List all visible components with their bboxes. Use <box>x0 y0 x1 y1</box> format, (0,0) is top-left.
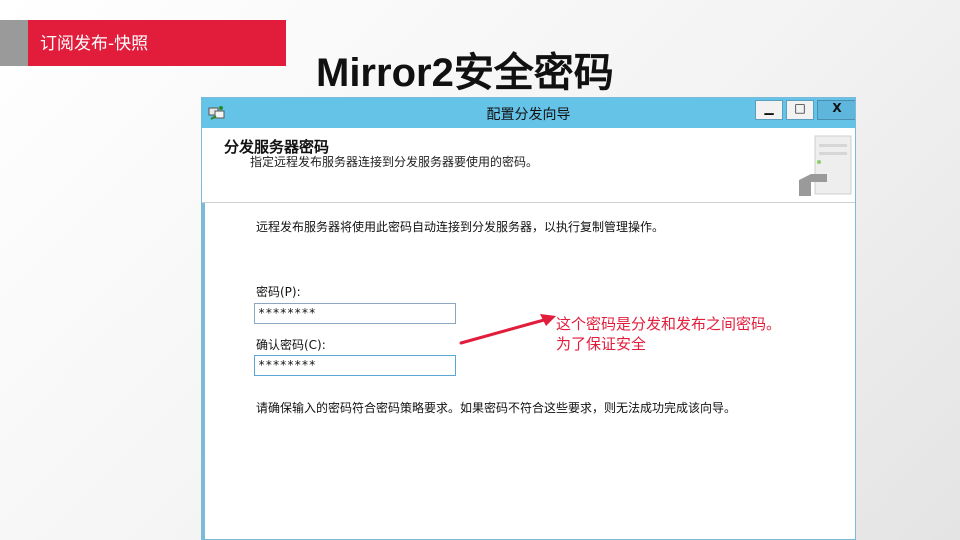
maximize-button[interactable]: □ <box>786 100 814 120</box>
server-illustration-icon <box>799 135 852 196</box>
slide-title: Mirror2安全密码 <box>316 51 614 95</box>
wizard-body: 远程发布服务器将使用此密码自动连接到分发服务器，以执行复制管理操作。 密码(P)… <box>202 203 855 539</box>
confirm-password-input[interactable]: ******** <box>254 355 456 376</box>
password-label: 密码(P): <box>256 285 301 299</box>
left-border-stripe <box>202 203 205 539</box>
page-subtitle: 指定远程发布服务器连接到分发服务器要使用的密码。 <box>250 155 539 169</box>
tag-stub <box>0 20 28 66</box>
intro-text: 远程发布服务器将使用此密码自动连接到分发服务器，以执行复制管理操作。 <box>256 220 665 234</box>
section-tag-label: 订阅发布-快照 <box>40 34 149 54</box>
annotation-text: 这个密码是分发和发布之间密码。 为了保证安全 <box>556 314 781 354</box>
close-button[interactable]: X <box>817 100 855 120</box>
minimize-button[interactable]: ▁ <box>755 100 783 120</box>
close-icon: X <box>832 101 842 115</box>
section-tag: 订阅发布-快照 <box>28 20 286 66</box>
password-input[interactable]: ******** <box>254 303 456 324</box>
minimize-icon: ▁ <box>764 101 774 115</box>
wizard-header: 分发服务器密码 指定远程发布服务器连接到分发服务器要使用的密码。 <box>202 128 855 203</box>
annotation-line-1: 这个密码是分发和发布之间密码。 <box>556 315 782 333</box>
title-bar[interactable]: 配置分发向导 ▁ □ X <box>202 98 855 128</box>
maximize-icon: □ <box>794 101 806 115</box>
policy-note: 请确保输入的密码符合密码策略要求。如果密码不符合这些要求，则无法成功完成该向导。 <box>256 401 737 415</box>
annotation-line-2: 为了保证安全 <box>556 335 647 353</box>
confirm-password-label: 确认密码(C): <box>256 338 326 352</box>
annotation-arrow-icon <box>459 314 556 345</box>
